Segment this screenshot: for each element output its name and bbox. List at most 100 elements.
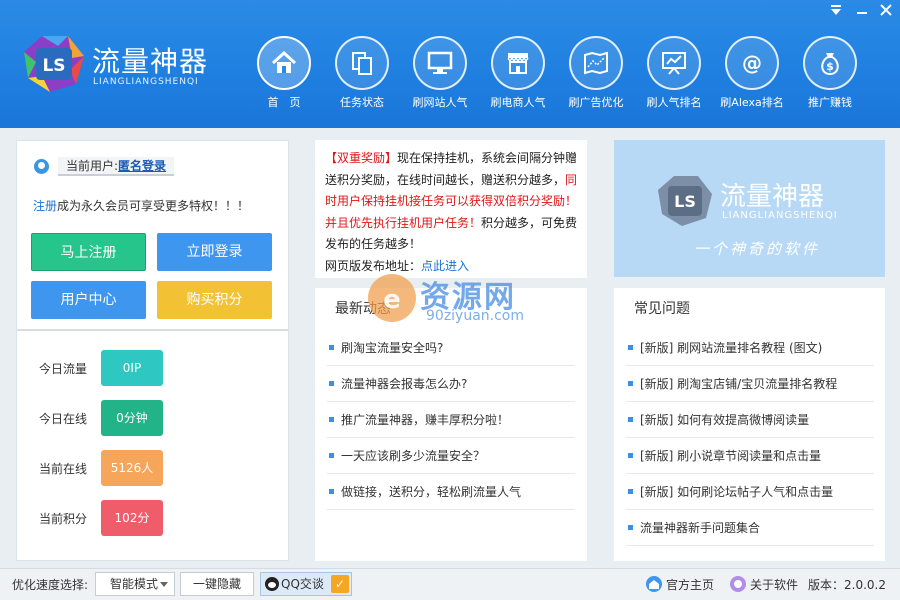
nav-website-traffic[interactable]: 刷网站人气 [402,34,478,118]
svg-text:LS: LS [674,192,696,211]
faq-item-text: [新版] 如何刷论坛帖子人气和点击量 [640,485,833,499]
bullet-icon [329,489,334,494]
menu-dropdown-icon[interactable] [826,4,846,20]
status-bar: 优化速度选择: 智能模式 一键隐藏 QQ交谈 ✓ 官方主页 关于软件 版本：2.… [0,568,900,600]
title-bar: LS 流量神器 LIANGLIANGSHENQI 首 页 任务状态 刷网站人气 [0,0,900,128]
faq-item[interactable]: [新版] 刷网站流量排名教程 (图文) [626,330,874,366]
presentation-icon [647,36,701,90]
user-icon [34,159,49,174]
bullet-icon [329,381,334,386]
close-button[interactable] [876,4,896,20]
brand-banner: LS 流量神器 LIANGLIANGSHENQI 一个神奇的软件 [614,140,885,277]
app-logo-icon: LS [22,34,86,94]
news-list: 刷淘宝流量安全吗? 流量神器会报毒怎么办? 推广流量神器，赚丰厚积分啦！ 一天应… [327,330,575,510]
about-label: 关于软件 [750,578,798,592]
checkmark-icon: ✓ [331,575,349,593]
banner-logo-icon: LS [656,174,714,228]
buy-points-button[interactable]: 购买积分 [157,281,272,319]
nav-popularity-rank[interactable]: 刷人气排名 [636,34,712,118]
user-panel: 当前用户:匿名登录 注册成为永久会员可享受更多特权！！！ 马上注册 立即登录 用… [16,140,289,561]
anonymous-login-link[interactable]: 匿名登录 [118,159,166,173]
minimize-button[interactable] [852,4,872,20]
nav-promote-earn-label: 推广赚钱 [792,94,868,110]
news-item-text: 推广流量神器，赚丰厚积分啦！ [341,413,509,427]
stat-label: 今日在线 [39,410,87,427]
nav-ecommerce-traffic-label: 刷电商人气 [480,94,556,110]
register-button[interactable]: 马上注册 [31,233,146,271]
svg-text:e: e [383,285,401,315]
user-center-button[interactable]: 用户中心 [31,281,146,319]
nav-popularity-rank-label: 刷人气排名 [636,94,712,110]
money-bag-icon: $ [803,36,857,90]
hide-button[interactable]: 一键隐藏 [180,572,254,596]
qq-chat-button[interactable]: QQ交谈 ✓ [260,572,352,596]
current-user-label: 当前用户: [66,159,118,173]
register-tip: 注册成为永久会员可享受更多特权！！！ [33,197,249,214]
faq-item-text: [新版] 如何有效提高微博阅读量 [640,413,809,427]
map-chart-icon [569,36,623,90]
nav-ad-optimize-label: 刷广告优化 [558,94,634,110]
faq-item[interactable]: [新版] 刷淘宝店铺/宝贝流量排名教程 [626,366,874,402]
monitor-icon [413,36,467,90]
faq-item-text: 流量神器新手问题集合 [640,521,760,535]
faq-item[interactable]: [新版] 如何刷论坛帖子人气和点击量 [626,474,874,510]
faq-item[interactable]: 流量神器新手问题集合 [626,510,874,546]
announcement-tag: 【双重奖励】 [325,151,397,165]
faq-item-text: [新版] 刷小说章节阅读量和点击量 [640,449,821,463]
faq-title: 常见问题 [634,298,690,318]
news-item[interactable]: 做链接，送积分，轻松刷流量人气 [327,474,575,510]
nav-alexa-rank-label: 刷Alexa排名 [714,94,790,110]
stat-current-online: 当前在线 5126人 [39,450,279,486]
nav-task-status[interactable]: 任务状态 [324,34,400,118]
banner-subtitle: LIANGLIANGSHENQI [722,210,838,221]
document-copy-icon [335,36,389,90]
bullet-icon [628,453,633,458]
nav-promote-earn[interactable]: $ 推广赚钱 [792,34,868,118]
speed-label: 优化速度选择: [12,576,88,593]
register-link[interactable]: 注册 [33,199,57,213]
faq-item-text: [新版] 刷网站流量排名教程 (图文) [640,341,822,355]
faq-item[interactable]: [新版] 如何有效提高微博阅读量 [626,402,874,438]
svg-text:@: @ [742,51,762,75]
news-item-text: 流量神器会报毒怎么办? [341,377,467,391]
info-icon [730,576,746,592]
about-link[interactable]: 关于软件 [730,576,798,593]
watermark: e 资源网 90ziyuan.com [362,270,542,330]
nav-ecommerce-traffic[interactable]: 刷电商人气 [480,34,556,118]
news-item[interactable]: 一天应该刷多少流量安全？ [327,438,575,474]
bullet-icon [628,489,633,494]
svg-text:LS: LS [42,56,65,76]
stat-today-traffic: 今日流量 0IP [39,350,279,386]
nav-task-status-label: 任务状态 [324,94,400,110]
official-home-link[interactable]: 官方主页 [646,576,714,593]
bullet-icon [628,525,633,530]
nav-home[interactable]: 首 页 [246,34,322,118]
bullet-icon [329,345,334,350]
news-item[interactable]: 流量神器会报毒怎么办? [327,366,575,402]
home-icon [646,576,662,592]
news-item-text: 一天应该刷多少流量安全？ [341,449,485,463]
app-title: 流量神器 [92,40,208,80]
news-item-text: 做链接，送积分，轻松刷流量人气 [341,485,521,499]
bullet-icon [329,417,334,422]
login-button[interactable]: 立即登录 [157,233,272,271]
news-item[interactable]: 推广流量神器，赚丰厚积分啦！ [327,402,575,438]
nav-alexa-rank[interactable]: @ 刷Alexa排名 [714,34,790,118]
stat-value: 0分钟 [101,400,163,436]
announcement-text: 【双重奖励】现在保持挂机，系统会间隔分钟赠送积分奖励，在线时间越长，赠送积分越多… [325,148,580,277]
faq-list: [新版] 刷网站流量排名教程 (图文) [新版] 刷淘宝店铺/宝贝流量排名教程 … [626,330,874,546]
stat-today-online: 今日在线 0分钟 [39,400,279,436]
news-item[interactable]: 刷淘宝流量安全吗? [327,330,575,366]
faq-item-text: [新版] 刷淘宝店铺/宝贝流量排名教程 [640,377,837,391]
current-user-box: 当前用户:匿名登录 [58,157,174,176]
divider [17,329,288,331]
faq-panel: 常见问题 [新版] 刷网站流量排名教程 (图文) [新版] 刷淘宝店铺/宝贝流量… [614,288,885,561]
chevron-down-icon [160,582,168,587]
nav-website-traffic-label: 刷网站人气 [402,94,478,110]
nav-ad-optimize[interactable]: 刷广告优化 [558,34,634,118]
stat-label: 今日流量 [39,360,87,377]
banner-slogan: 一个神奇的软件 [694,238,820,259]
faq-item[interactable]: [新版] 刷小说章节阅读量和点击量 [626,438,874,474]
official-home-label: 官方主页 [666,578,714,592]
speed-mode-select[interactable]: 智能模式 [95,572,175,596]
